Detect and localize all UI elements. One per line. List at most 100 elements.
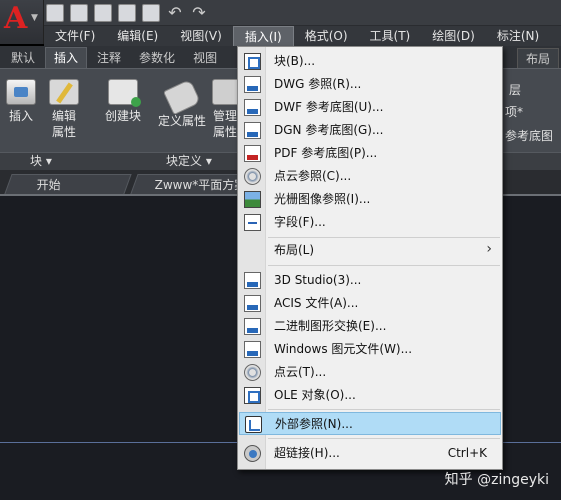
pointcloud2-icon [244,364,261,381]
tab-parametric[interactable]: 参数化 [131,48,183,68]
edit-attribute-button[interactable]: 编辑 属性 [46,79,82,140]
menu-item-label: 块(B)... [274,54,316,68]
menu-separator [268,438,500,439]
watermark: 知乎 @zingeyki [444,472,549,488]
menu-item-label: 外部参照(N)... [275,417,353,431]
submenu-arrow-icon: › [486,241,492,257]
menu-item-point-cloud[interactable]: 点云(T)... [239,361,501,384]
menu-item-point-cloud-reference[interactable]: 点云参照(C)... [239,165,501,188]
menu-item-label: 超链接(H)... [274,446,340,460]
menu-item-layout[interactable]: 布局(L) › [239,239,501,262]
menu-item-field[interactable]: 字段(F)... [239,211,501,234]
pdf-icon [244,145,261,162]
panel-block-definition[interactable]: 块定义 ▾ [166,153,212,170]
tab-insert[interactable]: 插入 [45,47,88,68]
dwf-icon [244,99,261,116]
autocad-logo-icon: A [4,1,28,36]
menu-item-label: DWG 参照(R)... [274,77,362,91]
menu-item-raster-image-reference[interactable]: 光栅图像参照(I)... [239,188,501,211]
menu-item-label: DGN 参考底图(G)... [274,123,384,137]
menu-item-windows-metafile[interactable]: Windows 图元文件(W)... [239,338,501,361]
menu-edit[interactable]: 编辑(E) [106,26,169,46]
define-attribute-button[interactable]: 定义属性 [154,78,210,129]
menu-insert[interactable]: 插入(I) [232,26,294,46]
create-block-label: 创建块 [104,109,141,123]
menu-dimension[interactable]: 标注(N) [486,26,550,46]
menu-item-label: PDF 参考底图(P)... [274,146,378,160]
dgn-icon [244,122,261,139]
menu-item-label: Windows 图元文件(W)... [274,342,413,356]
tab-default[interactable]: 默认 [3,48,43,68]
menu-draw[interactable]: 绘图(D) [421,26,486,46]
wmf-icon [244,341,261,358]
menu-item-3d-studio[interactable]: 3D Studio(3)... [239,269,501,292]
define-attribute-label: 定义属性 [157,114,206,128]
edit-attribute-label-2: 属性 [51,125,76,139]
xref-icon [245,416,262,433]
application-menu-button[interactable]: A ▼ [0,0,44,44]
menu-item-dwg-reference[interactable]: DWG 参照(R)... [239,73,501,96]
menu-separator [268,237,500,238]
menu-item-label: 点云参照(C)... [274,169,352,183]
panel-block-label: 块 [30,154,43,168]
saveas-icon[interactable] [118,4,136,22]
menu-item-hyperlink[interactable]: 超链接(H)... Ctrl+K [239,442,501,465]
open-icon[interactable] [70,4,88,22]
ole-icon [244,387,261,404]
menu-item-label: 布局(L) [274,243,315,257]
undo-icon[interactable]: ↶ [166,4,184,22]
menu-bar: 文件(F) 编辑(E) 视图(V) 插入(I) 格式(O) 工具(T) 绘图(D… [44,26,561,46]
tag-icon [162,78,202,116]
dxb-icon [244,318,261,335]
tab-annotate[interactable]: 注释 [89,48,129,68]
edit-attribute-icon [49,79,79,105]
edit-attribute-label-1: 编辑 [51,109,76,123]
menu-view[interactable]: 视图(V) [169,26,233,46]
acis-icon [244,295,261,312]
reference-underlay-label[interactable]: 参考底图 [505,127,553,144]
panel-expand-icon: ▾ [205,154,212,168]
new-icon[interactable] [46,4,64,22]
manage-attribute-label-2: 属性 [212,125,237,139]
create-block-button[interactable]: 创建块 [100,79,146,124]
menu-item-pdf-underlay[interactable]: PDF 参考底图(P)... [239,142,501,165]
menu-item-binary-drawing-exchange[interactable]: 二进制图形交换(E)... [239,315,501,338]
manage-attribute-button[interactable]: 管理 属性 [212,79,238,140]
option-label[interactable]: 项* [505,103,523,120]
menu-item-ole-object[interactable]: OLE 对象(O)... [239,384,501,407]
dwg-icon [244,76,261,93]
menu-item-dwf-underlay[interactable]: DWF 参考底图(U)... [239,96,501,119]
save-icon[interactable] [94,4,112,22]
tab-view[interactable]: 视图 [185,48,225,68]
chevron-down-icon: ▼ [31,13,38,23]
menu-format[interactable]: 格式(O) [294,26,359,46]
insert-button-label: 插入 [8,109,33,123]
menu-item-block[interactable]: 块(B)... [239,50,501,73]
print-icon[interactable] [142,4,160,22]
menu-item-label: 光栅图像参照(I)... [274,192,371,206]
menu-item-label: 3D Studio(3)... [274,273,362,287]
redo-icon[interactable]: ↷ [190,4,208,22]
panel-expand-icon: ▾ [45,154,52,168]
menu-file[interactable]: 文件(F) [44,26,106,46]
quick-access-toolbar: ↶ ↷ [46,2,208,24]
menu-item-acis-file[interactable]: ACIS 文件(A)... [239,292,501,315]
3ds-icon [244,272,261,289]
file-tab-drawing-label: Zwww*平面方案 [154,178,247,192]
panel-block[interactable]: 块 ▾ [30,153,52,170]
manage-attribute-icon [212,79,238,105]
tab-layout[interactable]: 布局 [516,48,559,70]
insert-button[interactable]: 插入 [4,79,38,124]
menu-separator [268,265,500,266]
canvas-line [503,442,561,443]
raster-image-icon [244,191,261,208]
insert-dropdown-menu: 块(B)... DWG 参照(R)... DWF 参考底图(U)... DGN … [237,46,503,470]
menu-separator [268,409,500,410]
pointcloud-icon [244,168,261,185]
menu-item-dgn-underlay[interactable]: DGN 参考底图(G)... [239,119,501,142]
menu-tools[interactable]: 工具(T) [359,26,422,46]
menu-item-external-reference[interactable]: 外部参照(N)... [239,412,501,435]
file-tab-start[interactable]: 开始 [4,174,132,194]
hyperlink-icon [244,445,261,462]
menu-item-label: OLE 对象(O)... [274,388,356,402]
